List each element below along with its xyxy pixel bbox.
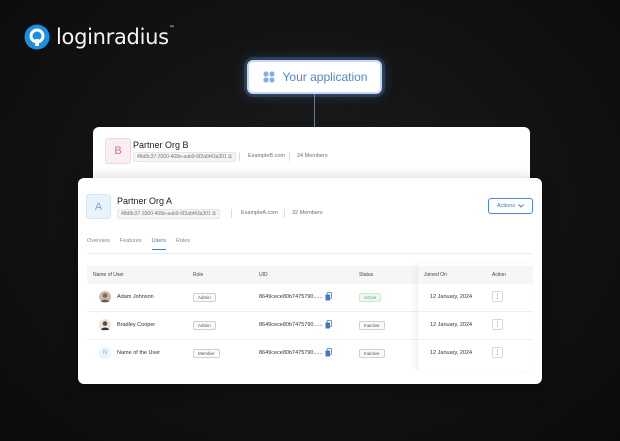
role-badge: Admin [193,293,216,302]
role-badge: Admin [193,321,216,330]
org-card-a: A Partner Org A 48d8c37-3300-408e-aab9-6… [78,178,542,384]
col-role: Role [193,272,204,278]
table-row[interactable]: N Name of the User Member 8649cece80b747… [87,340,533,368]
joined-date: 12 January, 2024 [430,350,473,356]
apps-icon [262,71,275,83]
copy-icon[interactable]: ⧉ [228,154,232,160]
user-uid: 8649cece80b7475790...... [259,350,323,356]
col-uid: UID [259,272,268,278]
joined-date: 12 January, 2024 [430,294,473,300]
more-options-button[interactable]: ⋮ [492,347,503,358]
col-status: Status [359,272,374,278]
org-a-name: Partner Org A [117,196,173,206]
org-b-id: 48d8c37-3300-408e-aab9-6f2abf43a301 ⧉ [133,152,236,162]
connector-line [314,94,315,128]
more-options-button[interactable]: ⋮ [492,291,503,302]
org-a-id: 48d8c37-3300-408e-aab9-6f2abf43a301 ⧉ [117,209,220,219]
your-application-label: Your application [282,70,368,84]
copy-icon[interactable] [325,292,332,301]
brand-logo: loginradius™ [24,24,175,50]
user-name: Adam Johnson [117,294,154,300]
tab-users[interactable]: Users [151,238,167,250]
actions-label: Actions [496,203,516,209]
org-b-name: Partner Org B [133,140,189,150]
user-avatar [99,319,111,331]
org-a-members: 32 Members [292,210,323,216]
actions-button[interactable]: Actions [488,198,533,214]
user-uid: 8649cece80b7475790...... [259,294,323,300]
user-name: Bradley Cooper [117,322,156,328]
divider [289,152,290,161]
status-badge: Inactive [359,321,385,330]
copy-icon[interactable] [325,320,332,329]
tab-overview[interactable]: Overview [87,238,110,250]
chevron-down-icon [518,204,524,208]
org-b-avatar: B [105,138,131,164]
table-header: Name of User Role UID Status Joined On A… [87,266,533,284]
divider [239,152,240,161]
user-initial-avatar: N [99,347,111,359]
status-badge: Active [359,293,382,302]
brand-name: loginradius™ [56,25,175,49]
user-avatar [99,291,111,303]
tabs-divider [87,253,533,254]
col-action: Action [492,272,506,278]
user-name: Name of the User [117,350,161,356]
col-name-of-user: Name of User [93,272,124,278]
copy-icon[interactable] [325,348,332,357]
col-joined-on: Joined On [424,272,447,278]
loginradius-logo-icon [24,24,50,50]
your-application-button[interactable]: Your application [247,60,382,94]
users-table: Name of User Role UID Status Joined On A… [87,264,533,370]
more-options-button[interactable]: ⋮ [492,319,503,330]
role-badge: Member [193,349,220,358]
table-row[interactable]: Adam Johnson Admin 8649cece80b7475790...… [87,284,533,312]
org-b-domain: ExampleB.com [248,153,285,159]
org-a-domain: ExampleA.com [241,210,278,216]
org-tabs: Overview Features Users Roles [87,238,200,250]
org-a-avatar: A [86,194,111,219]
table-row[interactable]: Bradley Cooper Admin 8649cece80b7475790.… [87,312,533,340]
divider [231,209,232,218]
copy-icon[interactable]: ⧉ [212,211,216,217]
tab-features[interactable]: Features [120,238,142,250]
org-b-members: 24 Members [297,153,328,159]
tab-roles[interactable]: Roles [176,238,190,250]
status-badge: Inactive [359,349,385,358]
divider [284,209,285,218]
user-uid: 8649cece80b7475790...... [259,322,323,328]
joined-date: 12 January, 2024 [430,322,473,328]
